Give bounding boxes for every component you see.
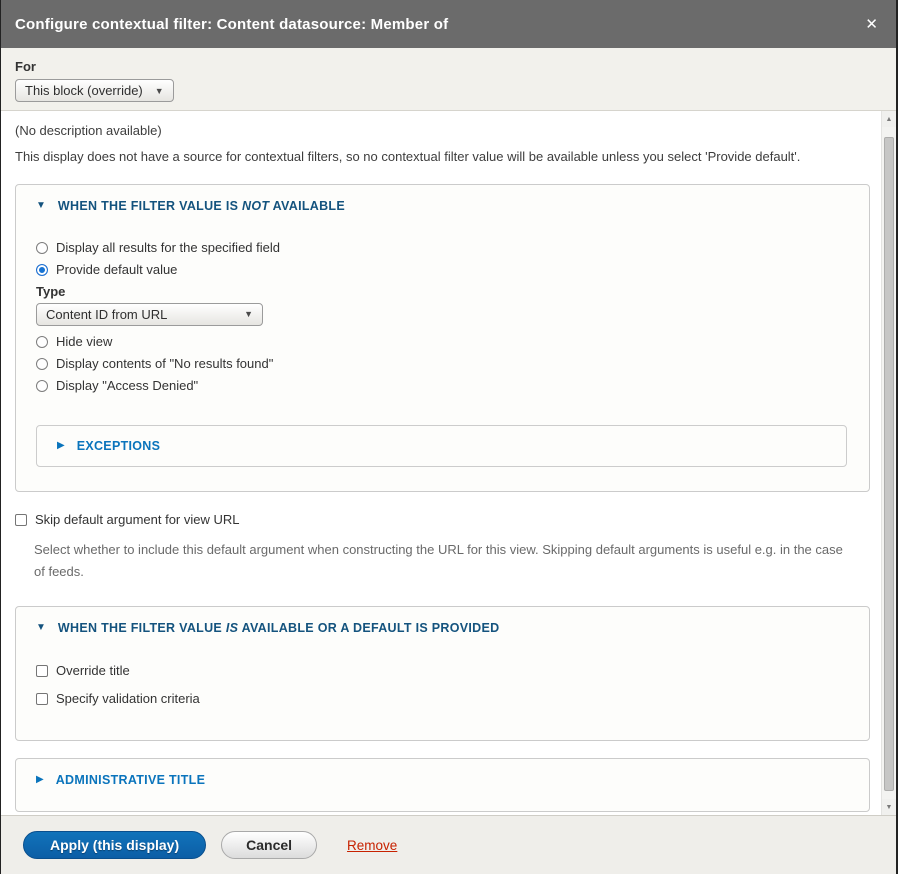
for-section: For This block (override) ▼ [1,48,896,111]
radio-label: Display contents of "No results found" [56,356,273,371]
for-select-value: This block (override) [25,83,143,98]
for-select[interactable]: This block (override) ▼ [15,79,174,102]
checkbox-icon[interactable] [36,693,48,705]
fieldset-filter-available: ▼ WHEN THE FILTER VALUE IS AVAILABLE OR … [15,606,870,741]
scrollbar[interactable]: ▲ ▼ [881,111,896,815]
scrollbar-thumb[interactable] [884,137,894,791]
available-options: Override title Specify validation criter… [36,660,849,710]
dialog-titlebar: Configure contextual filter: Content dat… [1,0,896,48]
type-label: Type [36,284,849,299]
chevron-down-icon: ▼ [244,309,253,319]
checkbox-skip-default-argument[interactable]: Skip default argument for view URL [15,509,880,531]
checkbox-label: Skip default argument for view URL [35,512,239,527]
dialog-configure-contextual-filter: { "header": { "title": "Configure contex… [0,0,898,874]
triangle-down-icon: ▼ [36,200,46,211]
radio-label: Display all results for the specified fi… [56,240,280,255]
radio-label: Provide default value [56,262,177,277]
display-note-text: This display does not have a source for … [15,147,880,167]
chevron-down-icon: ▼ [155,86,164,96]
checkbox-label: Override title [56,663,130,678]
exceptions-legend[interactable]: ▶ EXCEPTIONS [57,439,826,453]
legend-text: ADMINISTRATIVE TITLE [56,773,206,787]
administrative-title-legend[interactable]: ▶ ADMINISTRATIVE TITLE [36,773,849,787]
checkbox-specify-validation[interactable]: Specify validation criteria [36,688,849,710]
close-icon[interactable]: ✕ [865,17,878,32]
skip-description: Select whether to include this default a… [34,539,854,583]
no-description-text: (No description available) [15,123,880,138]
radio-access-denied[interactable]: Display "Access Denied" [36,375,849,397]
radio-provide-default[interactable]: Provide default value [36,259,849,281]
radio-label: Display "Access Denied" [56,378,198,393]
radio-icon[interactable] [36,336,48,348]
legend-text: EXCEPTIONS [77,439,161,453]
triangle-down-icon: ▼ [36,622,46,633]
type-select-value: Content ID from URL [46,307,167,322]
fieldset-administrative-title: ▶ ADMINISTRATIVE TITLE [15,758,870,812]
fieldset-not-available-legend[interactable]: ▼ WHEN THE FILTER VALUE IS NOT AVAILABLE [36,199,849,213]
default-action-options: Display all results for the specified fi… [36,237,849,397]
apply-button[interactable]: Apply (this display) [23,831,206,859]
scrollbar-down-icon[interactable]: ▼ [882,799,896,815]
for-label: For [15,59,882,74]
radio-label: Hide view [56,334,112,349]
checkbox-icon[interactable] [36,665,48,677]
radio-checked-icon[interactable] [36,264,48,276]
radio-icon[interactable] [36,358,48,370]
checkbox-override-title[interactable]: Override title [36,660,849,682]
checkbox-icon[interactable] [15,514,27,526]
legend-text: WHEN THE FILTER VALUE IS AVAILABLE OR A … [58,621,500,635]
dialog-body-content: (No description available) This display … [1,111,880,815]
fieldset-available-legend[interactable]: ▼ WHEN THE FILTER VALUE IS AVAILABLE OR … [36,621,849,635]
type-select[interactable]: Content ID from URL ▼ [36,303,263,326]
dialog-body: (No description available) This display … [1,111,896,815]
dialog-title: Configure contextual filter: Content dat… [15,16,865,33]
dialog-footer: Apply (this display) Cancel Remove [1,815,896,874]
checkbox-label: Specify validation criteria [56,691,200,706]
radio-no-results[interactable]: Display contents of "No results found" [36,353,849,375]
legend-text: WHEN THE FILTER VALUE IS NOT AVAILABLE [58,199,345,213]
radio-icon[interactable] [36,380,48,392]
fieldset-filter-not-available: ▼ WHEN THE FILTER VALUE IS NOT AVAILABLE… [15,184,870,492]
fieldset-exceptions: ▶ EXCEPTIONS [36,425,847,467]
radio-icon[interactable] [36,242,48,254]
radio-hide-view[interactable]: Hide view [36,331,849,353]
scrollbar-up-icon[interactable]: ▲ [882,111,896,127]
radio-display-all[interactable]: Display all results for the specified fi… [36,237,849,259]
remove-link[interactable]: Remove [347,838,397,853]
triangle-right-icon: ▶ [57,440,65,451]
cancel-button[interactable]: Cancel [221,831,317,859]
triangle-right-icon: ▶ [36,774,44,785]
